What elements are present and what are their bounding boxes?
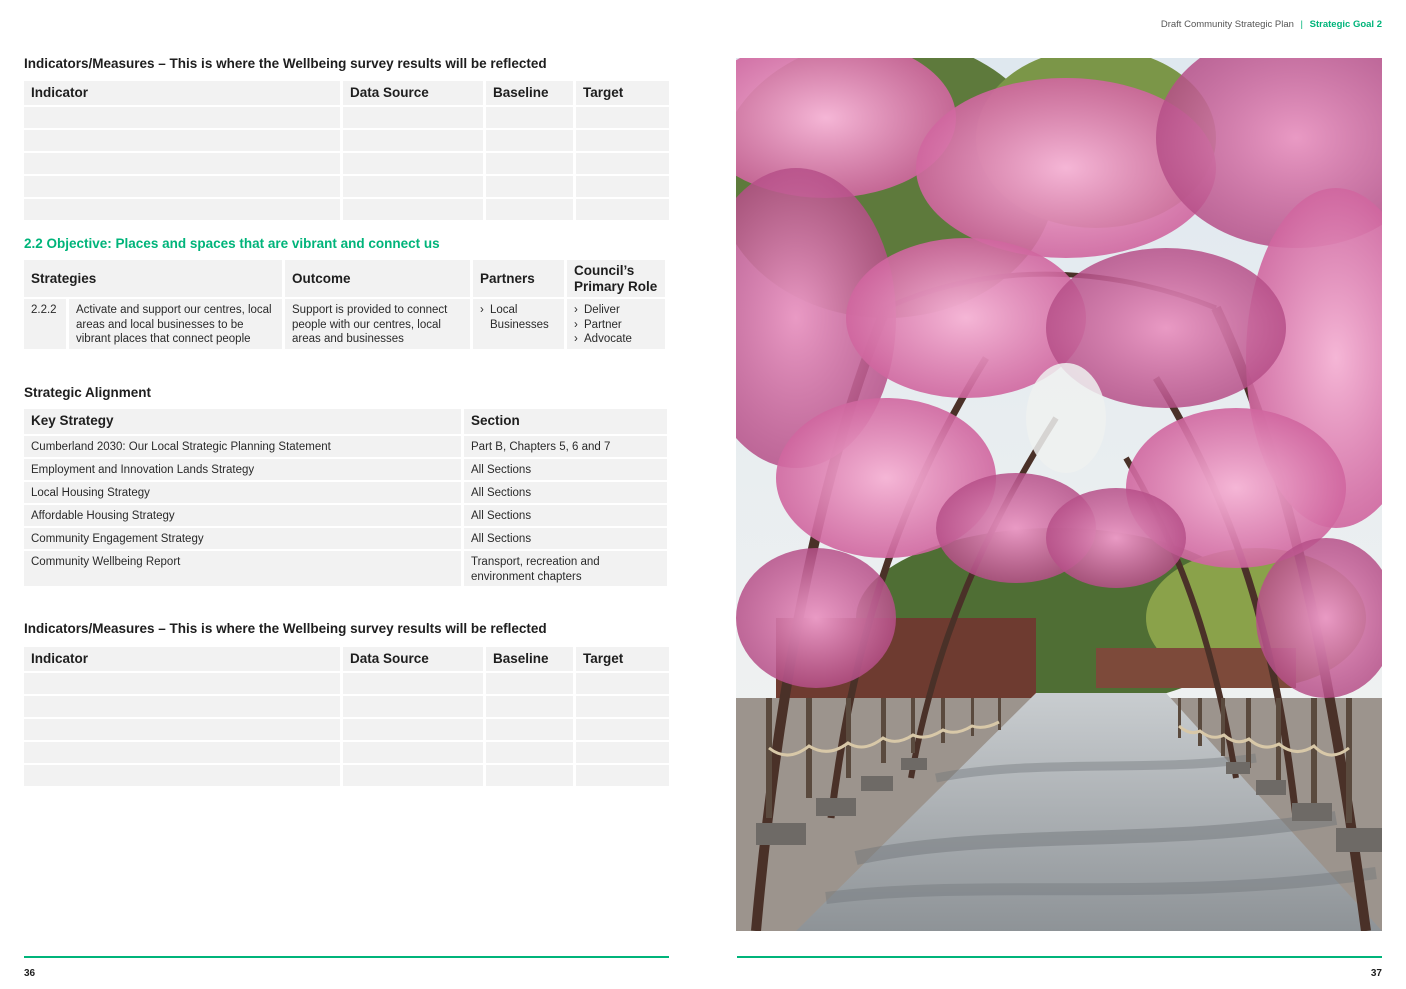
section-cell: All Sections bbox=[464, 505, 667, 526]
table-row bbox=[24, 176, 669, 197]
column-header-data-source: Data Source bbox=[343, 81, 483, 105]
partners-cell: › Local Businesses bbox=[473, 299, 564, 349]
page-number-left: 36 bbox=[24, 968, 36, 979]
section-cell: Part B, Chapters 5, 6 and 7 bbox=[464, 436, 667, 457]
role-label: Deliver bbox=[584, 304, 620, 316]
strategy-number: 2.2.2 bbox=[24, 299, 66, 349]
table-row bbox=[24, 742, 669, 763]
table-row bbox=[24, 696, 669, 717]
table-row: Employment and Innovation Lands Strategy… bbox=[24, 459, 669, 480]
table-row: Local Housing Strategy All Sections bbox=[24, 482, 669, 503]
goal-label: Strategic Goal 2 bbox=[1309, 19, 1382, 30]
footer-rule-right bbox=[737, 956, 1382, 958]
table-row bbox=[24, 719, 669, 740]
strategies-table: Strategies Outcome Partners Council’s Pr… bbox=[24, 260, 669, 351]
table-row bbox=[24, 107, 669, 128]
running-header: Draft Community Strategic Plan | Strateg… bbox=[1161, 19, 1382, 30]
column-header-data-source: Data Source bbox=[343, 647, 483, 671]
column-header-baseline: Baseline bbox=[486, 647, 573, 671]
strategy-text: Activate and support our centres, local … bbox=[69, 299, 282, 349]
indicators-table-bottom: Indicator Data Source Baseline Target bbox=[24, 647, 669, 788]
list-item: › Advocate bbox=[574, 332, 658, 347]
table-header-row: Indicator Data Source Baseline Target bbox=[24, 647, 669, 671]
role-label: Partner bbox=[584, 318, 622, 331]
list-item: › Partner bbox=[574, 318, 658, 333]
key-strategy-cell: Local Housing Strategy bbox=[24, 482, 461, 503]
section-cell: All Sections bbox=[464, 482, 667, 503]
table-row: Community Engagement Strategy All Sectio… bbox=[24, 528, 669, 549]
column-header-indicator: Indicator bbox=[24, 647, 340, 671]
objective-heading: 2.2 Objective: Places and spaces that ar… bbox=[24, 236, 440, 251]
column-header-primary-role: Council’s Primary Role bbox=[567, 260, 665, 297]
key-strategy-cell: Affordable Housing Strategy bbox=[24, 505, 461, 526]
role-label: Advocate bbox=[584, 333, 632, 345]
key-strategy-cell: Community Engagement Strategy bbox=[24, 528, 461, 549]
key-strategy-cell: Employment and Innovation Lands Strategy bbox=[24, 459, 461, 480]
indicators-table-top: Indicator Data Source Baseline Target bbox=[24, 81, 669, 222]
column-header-outcome: Outcome bbox=[285, 260, 470, 297]
table-row: Affordable Housing Strategy All Sections bbox=[24, 505, 669, 526]
table-row: Cumberland 2030: Our Local Strategic Pla… bbox=[24, 436, 669, 457]
header-separator: | bbox=[1300, 19, 1304, 30]
doc-title: Draft Community Strategic Plan bbox=[1160, 19, 1294, 30]
column-header-target: Target bbox=[576, 81, 669, 105]
indicators-heading-top: Indicators/Measures – This is where the … bbox=[24, 56, 547, 71]
section-cell: Transport, recreation and environment ch… bbox=[464, 551, 667, 586]
section-cell: All Sections bbox=[464, 459, 667, 480]
column-header-baseline: Baseline bbox=[486, 81, 573, 105]
list-item: › Deliver bbox=[574, 303, 658, 318]
alignment-heading: Strategic Alignment bbox=[24, 385, 152, 400]
table-header-row: Indicator Data Source Baseline Target bbox=[24, 81, 669, 105]
table-header-row: Key Strategy Section bbox=[24, 409, 669, 434]
table-row bbox=[24, 130, 669, 151]
column-header-target: Target bbox=[576, 647, 669, 671]
table-row: 2.2.2 Activate and support our centres, … bbox=[24, 299, 669, 349]
indicators-heading-bottom: Indicators/Measures – This is where the … bbox=[24, 621, 547, 636]
chevron-right-icon: › bbox=[480, 304, 484, 316]
table-header-row: Strategies Outcome Partners Council’s Pr… bbox=[24, 260, 669, 297]
table-row bbox=[24, 199, 669, 220]
chevron-right-icon: › bbox=[574, 304, 578, 316]
footer-rule-left bbox=[24, 956, 669, 958]
table-row: Community Wellbeing Report Transport, re… bbox=[24, 551, 669, 586]
list-item: › Local Businesses bbox=[480, 303, 557, 332]
roles-cell: › Deliver › Partner › Advocate bbox=[567, 299, 665, 349]
page-number-right: 37 bbox=[1370, 968, 1382, 979]
section-cell: All Sections bbox=[464, 528, 667, 549]
alignment-table: Key Strategy Section Cumberland 2030: Ou… bbox=[24, 409, 669, 588]
table-row bbox=[24, 765, 669, 786]
column-header-strategies: Strategies bbox=[24, 260, 282, 297]
column-header-indicator: Indicator bbox=[24, 81, 340, 105]
table-row bbox=[24, 673, 669, 694]
chevron-right-icon: › bbox=[574, 318, 578, 331]
column-header-key-strategy: Key Strategy bbox=[24, 409, 461, 434]
cherry-blossom-photo bbox=[736, 58, 1382, 931]
column-header-section: Section bbox=[464, 409, 667, 434]
key-strategy-cell: Community Wellbeing Report bbox=[24, 551, 461, 586]
key-strategy-cell: Cumberland 2030: Our Local Strategic Pla… bbox=[24, 436, 461, 457]
column-header-partners: Partners bbox=[473, 260, 564, 297]
table-row bbox=[24, 153, 669, 174]
chevron-right-icon: › bbox=[574, 333, 578, 345]
partner-label: Local Businesses bbox=[490, 304, 549, 331]
outcome-text: Support is provided to connect people wi… bbox=[285, 299, 470, 349]
